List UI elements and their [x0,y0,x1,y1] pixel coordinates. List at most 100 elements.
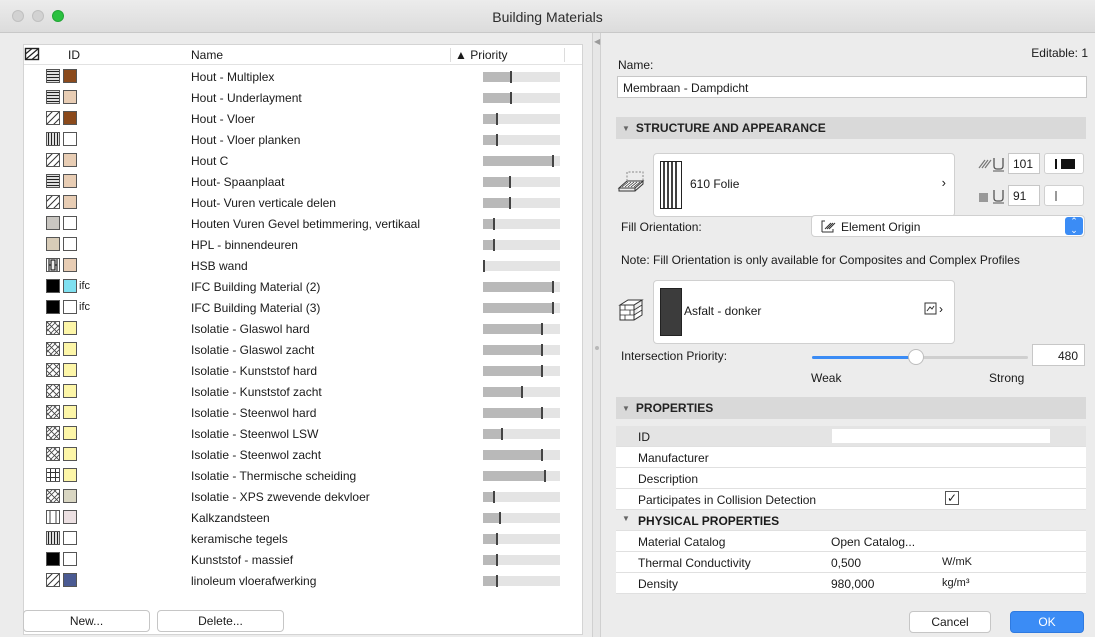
table-row[interactable]: Kalkzandsteen [24,507,582,528]
table-row[interactable]: Hout - Vloer [24,108,582,129]
table-row[interactable]: HPL - binnendeuren [24,234,582,255]
table-row[interactable]: Isolatie - Steenwol zacht [24,444,582,465]
table-header: ID Name ▲ Priority [24,45,582,65]
table-row[interactable]: Hout - Multiplex [24,66,582,87]
table-row[interactable]: Isolatie - Glaswol hard [24,318,582,339]
table-row[interactable]: ifc IFC Building Material (2) [24,276,582,297]
priority-bar [483,512,560,524]
priority-bar [483,365,560,377]
material-name: Hout - Underlayment [191,91,302,105]
property-manufacturer-label: Manufacturer [638,451,709,465]
fill-pattern-swatch [46,552,60,566]
surface-name: Asfalt - donker [684,304,762,318]
table-row[interactable]: Kunststof - massief [24,549,582,570]
property-row-description[interactable]: Description [616,468,1086,489]
table-row[interactable]: keramische tegels [24,528,582,549]
priority-bar-fill [483,303,554,313]
column-separator [564,48,565,62]
new-button[interactable]: New... [23,610,150,632]
priority-bar-marker [493,491,495,503]
table-row[interactable]: Houten Vuren Gevel betimmering, vertikaa… [24,213,582,234]
fill-pattern-swatch [46,216,60,230]
priority-bar-marker [510,71,512,83]
material-name: Hout - Vloer [191,112,256,126]
cut-fill-selector[interactable]: 610 Folie › [653,153,955,217]
table-row[interactable]: Hout - Underlayment [24,87,582,108]
property-row-id: ID [616,426,1086,447]
column-header-name[interactable]: Name [191,48,223,62]
table-row[interactable]: ifc IFC Building Material (3) [24,297,582,318]
priority-bar-marker [541,407,543,419]
priority-bar [483,323,560,335]
collapse-arrow-icon[interactable]: ◀ [594,37,600,46]
splitter[interactable]: ◀ [592,33,601,637]
priority-bar-marker [510,92,512,104]
fill-pattern-swatch [45,362,61,378]
priority-bar-marker [493,218,495,230]
slider-knob[interactable] [908,349,924,365]
column-header-priority[interactable]: ▲ Priority [455,48,508,62]
table-row[interactable]: linoleum vloerafwerking [24,570,582,591]
structure-section-header[interactable]: ▼ STRUCTURE AND APPEARANCE [616,117,1086,139]
background-pen-field[interactable]: 91 [1008,185,1040,206]
surface-selector[interactable]: Asfalt - donker › [653,280,955,344]
table-row[interactable]: Isolatie - Thermische scheiding [24,465,582,486]
table-row[interactable]: Isolatie - Steenwol LSW [24,423,582,444]
table-row[interactable]: Hout- Vuren verticale delen [24,192,582,213]
table-row[interactable]: Hout - Vloer planken [24,129,582,150]
material-name: IFC Building Material (3) [191,301,321,315]
chevron-right-icon: › [941,175,946,190]
intersection-slider-track[interactable] [812,349,1028,365]
fill-pen-field[interactable]: 101 [1008,153,1040,174]
pen-mark [1055,191,1057,201]
property-conductivity-value[interactable]: 0,500 [831,556,861,570]
table-row[interactable]: HSB wand [24,255,582,276]
fill-pattern-swatch [45,488,61,504]
table-row[interactable]: Isolatie - Steenwol hard [24,402,582,423]
property-row-manufacturer[interactable]: Manufacturer [616,447,1086,468]
properties-section-header[interactable]: ▼ PROPERTIES [616,397,1086,419]
property-density-value[interactable]: 980,000 [831,577,874,591]
editable-count: Editable: 1 [1031,46,1088,60]
priority-bar-marker [496,134,498,146]
material-name: Isolatie - Kunststof hard [191,364,318,378]
structure-section-title: STRUCTURE AND APPEARANCE [635,121,826,135]
material-name: Isolatie - XPS zwevende dekvloer [191,490,370,504]
priority-bar [483,575,560,587]
fill-name: 610 Folie [690,177,740,191]
surface-color-swatch [63,174,77,188]
fill-pattern-swatch [46,90,60,104]
table-row[interactable]: Isolatie - Kunststof hard [24,360,582,381]
background-pen-color-swatch[interactable] [1044,185,1084,206]
table-row[interactable]: Isolatie - XPS zwevende dekvloer [24,486,582,507]
priority-bar-marker [541,323,543,335]
priority-bar-marker [509,197,511,209]
surface-color-swatch [63,237,77,251]
intersection-priority-field[interactable]: 480 [1032,344,1085,366]
cancel-button[interactable]: Cancel [909,611,991,633]
priority-bar [483,554,560,566]
collision-checkbox[interactable]: ✓ [945,491,959,505]
open-catalog-link[interactable]: Open Catalog... [831,535,915,549]
priority-bar-marker [496,575,498,587]
property-row-catalog: Material Catalog Open Catalog... [616,531,1086,552]
name-field[interactable]: Membraan - Dampdicht [617,76,1087,98]
splitter-handle[interactable] [595,346,599,350]
ok-button[interactable]: OK [1010,611,1084,633]
property-id-field[interactable] [832,429,1050,443]
table-row[interactable]: Hout C [24,150,582,171]
fill-column-icon[interactable] [24,47,40,61]
table-row[interactable]: Isolatie - Glaswol zacht [24,339,582,360]
materials-table[interactable]: ID Name ▲ Priority Hout - Multiplex Hout … [23,44,583,635]
fill-orientation-popup[interactable]: Element Origin ⌃ ⌄ [811,215,1085,237]
priority-bar-fill [483,324,543,334]
ifc-tag: ifc [79,280,90,292]
table-row[interactable]: Isolatie - Kunststof zacht [24,381,582,402]
fill-pen-color-swatch[interactable] [1044,153,1084,174]
surface-color-swatch [63,258,77,272]
column-header-id[interactable]: ID [68,48,80,62]
disclosure-triangle-icon: ▼ [622,514,630,523]
table-row[interactable]: Hout- Spaanplaat [24,171,582,192]
physical-properties-header[interactable]: ▼ PHYSICAL PROPERTIES [616,510,1086,531]
delete-button[interactable]: Delete... [157,610,284,632]
